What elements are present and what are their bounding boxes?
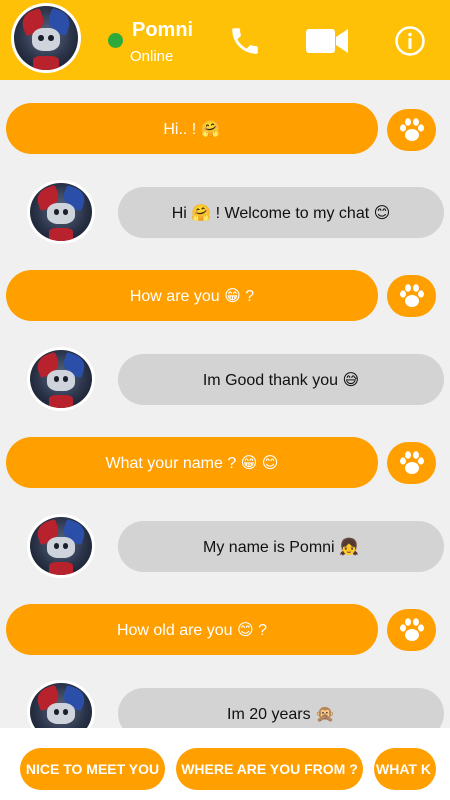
- outgoing-message[interactable]: How old are you 😊 ?: [6, 604, 378, 655]
- paw-icon[interactable]: [387, 109, 436, 151]
- outgoing-message[interactable]: What your name ? 😁 😊: [6, 437, 378, 488]
- paw-icon[interactable]: [387, 609, 436, 651]
- contact-avatar-small[interactable]: [27, 514, 95, 578]
- contact-avatar[interactable]: [11, 3, 81, 73]
- avatar-image: [30, 517, 92, 575]
- chat-header: Pomni Online: [0, 0, 450, 80]
- contact-name: Pomni: [132, 19, 194, 41]
- contact-avatar-small[interactable]: [27, 680, 95, 728]
- outgoing-message[interactable]: How are you 😁 ?: [6, 270, 378, 321]
- quick-reply-what[interactable]: WHAT K: [374, 748, 436, 790]
- incoming-message[interactable]: Im 20 years 🙊: [118, 688, 444, 728]
- outgoing-message[interactable]: Hi.. ! 🤗: [6, 103, 378, 154]
- avatar-image: [30, 350, 92, 408]
- quick-reply-bar: NICE TO MEET YOU WHERE ARE YOU FROM ? WH…: [0, 728, 450, 800]
- quick-reply-where-are-you-from[interactable]: WHERE ARE YOU FROM ?: [176, 748, 363, 790]
- phone-icon[interactable]: [225, 21, 265, 61]
- contact-avatar-small[interactable]: [27, 180, 95, 244]
- incoming-message[interactable]: My name is Pomni 👧: [118, 521, 444, 572]
- incoming-message[interactable]: Hi 🤗 ! Welcome to my chat 😊: [118, 187, 444, 238]
- video-camera-icon[interactable]: [305, 21, 349, 61]
- quick-reply-nice-to-meet-you[interactable]: NICE TO MEET YOU: [20, 748, 165, 790]
- avatar-image: [30, 183, 92, 241]
- avatar-image: [14, 6, 78, 70]
- message-list[interactable]: Hi.. ! 🤗 Hi 🤗 ! Welcome to my chat 😊 How…: [0, 80, 450, 728]
- contact-avatar-small[interactable]: [27, 347, 95, 411]
- contact-status: Online: [130, 48, 174, 65]
- incoming-message[interactable]: Im Good thank you 😅: [118, 354, 444, 405]
- info-icon[interactable]: [390, 21, 430, 61]
- paw-icon[interactable]: [387, 275, 436, 317]
- paw-icon[interactable]: [387, 442, 436, 484]
- online-status-dot: [108, 33, 123, 48]
- avatar-image: [30, 683, 92, 728]
